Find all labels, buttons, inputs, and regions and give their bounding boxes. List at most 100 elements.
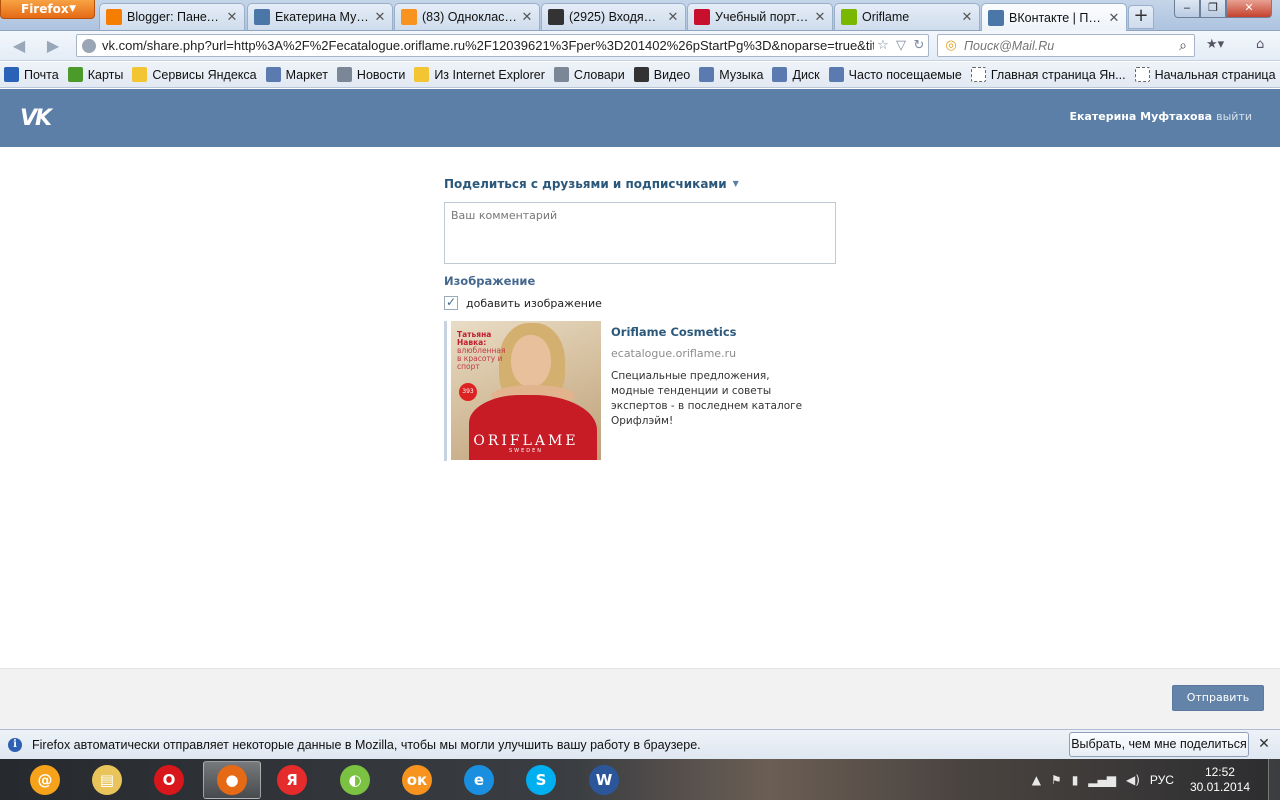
tab[interactable]: (2925) Входящие ... ✕ xyxy=(541,3,686,30)
volume-icon[interactable]: ◀) xyxy=(1126,773,1140,787)
bookmark-icon xyxy=(970,67,986,82)
clock[interactable]: 12:52 30.01.2014 xyxy=(1190,765,1250,795)
firefox-menu-button[interactable]: Firefox ▼ xyxy=(0,0,95,19)
close-tab-icon[interactable]: ✕ xyxy=(814,10,826,25)
language-indicator[interactable]: РУС xyxy=(1150,773,1174,787)
bookmark-item[interactable]: Видео xyxy=(633,67,690,82)
bookmark-icon xyxy=(633,67,649,82)
tab-label: Екатерина Муфт... xyxy=(275,10,370,24)
bookmark-item[interactable]: Диск xyxy=(772,67,820,82)
tab[interactable]: Oriflame ✕ xyxy=(834,3,980,30)
close-icon[interactable]: ✕ xyxy=(1256,736,1272,752)
battery-icon[interactable]: ▮ xyxy=(1072,773,1079,787)
odnoklassniki-icon xyxy=(401,9,417,25)
taskbar-app[interactable]: @ xyxy=(16,761,74,799)
show-desktop-button[interactable] xyxy=(1268,759,1280,800)
blogger-icon xyxy=(106,9,122,25)
bookmark-item[interactable]: Музыка xyxy=(699,67,763,82)
logout-link[interactable]: выйти xyxy=(1216,110,1252,123)
comment-field[interactable] xyxy=(444,202,836,264)
url-text[interactable]: vk.com/share.php?url=http%3A%2F%2Fecatal… xyxy=(102,38,874,53)
bookmark-item[interactable]: Часто посещаемые xyxy=(828,67,962,82)
close-tab-icon[interactable]: ✕ xyxy=(374,10,386,25)
taskbar-app[interactable]: S xyxy=(512,761,570,799)
share-target-dropdown[interactable]: Поделиться с друзьями и подписчиками ▼ xyxy=(444,177,836,191)
tab-label: ВКонтакте | Поде... xyxy=(1009,11,1104,25)
bookmark-icon xyxy=(4,67,19,82)
bookmark-star-icon[interactable]: ☆ xyxy=(874,38,892,53)
tab[interactable]: ВКонтакте | Поде... ✕ xyxy=(981,3,1127,32)
firefox-menu-label: Firefox xyxy=(21,2,69,16)
user-name[interactable]: Екатерина Муфтахова xyxy=(1069,110,1212,123)
attachment-thumbnail[interactable]: Татьяна Навка: влюбленная в красоту и сп… xyxy=(451,321,601,460)
bookmarks-menu-icon[interactable]: ★▾ xyxy=(1206,37,1224,55)
bookmark-item[interactable]: Начальная страница xyxy=(1134,67,1276,82)
internet-explorer-icon: e xyxy=(464,765,494,795)
show-hidden-icons-icon[interactable]: ▲ xyxy=(1032,773,1041,787)
url-bar[interactable]: vk.com/share.php?url=http%3A%2F%2Fecatal… xyxy=(76,34,929,57)
forward-arrow-icon[interactable]: ▶ xyxy=(42,36,64,56)
back-arrow-icon[interactable]: ◀ xyxy=(8,36,30,56)
bookmark-icon xyxy=(265,67,281,82)
file-explorer-icon: ▤ xyxy=(92,765,122,795)
taskbar-app[interactable]: W xyxy=(575,761,633,799)
bookmark-item[interactable]: Маркет xyxy=(265,67,328,82)
bookmark-item[interactable]: Новости xyxy=(336,67,405,82)
bookmark-label: Часто посещаемые xyxy=(848,67,962,82)
vk-logo[interactable]: VK xyxy=(20,106,52,131)
word-icon: W xyxy=(589,765,619,795)
clock-date: 30.01.2014 xyxy=(1189,779,1250,794)
close-tab-icon[interactable]: ✕ xyxy=(667,10,679,25)
search-engine-icon[interactable]: ◎ xyxy=(938,38,964,53)
taskbar-app[interactable]: ок xyxy=(388,761,446,799)
add-image-option[interactable]: ✓ добавить изображение xyxy=(444,296,836,310)
search-bar[interactable]: ◎ ⌕ xyxy=(937,34,1195,57)
action-center-icon[interactable]: ⚑ xyxy=(1051,773,1062,787)
info-icon: i xyxy=(8,737,22,752)
bookmark-item[interactable]: Главная страница Ян... xyxy=(970,67,1126,82)
bookmarks-toolbar: Почта Карты Сервисы Яндекса Маркет Новости Из… xyxy=(0,62,1280,88)
taskbar: @ ▤ O ● Я ◐ ок e S W ▲ ⚑ ▮ ▂▄▆ ◀) РУС 12:52 30.01… xyxy=(0,759,1280,800)
taskbar-app[interactable]: Я xyxy=(263,761,321,799)
share-target-label: Поделиться с друзьями и подписчиками xyxy=(444,177,727,191)
close-tab-icon[interactable]: ✕ xyxy=(1108,11,1120,26)
tab[interactable]: Екатерина Муфт... ✕ xyxy=(247,3,393,30)
tab[interactable]: (83) Одноклассн... ✕ xyxy=(394,3,540,30)
tab[interactable]: Учебный портал... ✕ xyxy=(687,3,833,30)
new-tab-button[interactable]: + xyxy=(1128,5,1154,29)
close-tab-icon[interactable]: ✕ xyxy=(961,10,973,25)
minimize-button[interactable]: ‒ xyxy=(1174,0,1200,18)
bookmark-label: Маркет xyxy=(285,67,328,82)
bookmark-label: Музыка xyxy=(719,67,764,82)
bookmark-icon xyxy=(132,67,148,82)
send-button[interactable]: Отправить xyxy=(1172,685,1264,711)
taskbar-app[interactable]: e xyxy=(450,761,508,799)
reload-icon[interactable]: ↻ xyxy=(910,38,928,53)
bookmark-item[interactable]: Словари xyxy=(553,67,625,82)
add-image-label[interactable]: добавить изображение xyxy=(466,297,602,310)
taskbar-app[interactable]: ● xyxy=(203,761,261,799)
choose-data-button[interactable]: Выбрать, чем мне поделиться xyxy=(1069,732,1249,757)
add-image-checkbox[interactable]: ✓ xyxy=(444,296,458,310)
close-tab-icon[interactable]: ✕ xyxy=(521,10,533,25)
close-tab-icon[interactable]: ✕ xyxy=(226,10,238,25)
home-icon[interactable]: ⌂ xyxy=(1256,37,1264,55)
bookmark-item[interactable]: Сервисы Яндекса xyxy=(132,67,257,82)
cover-model-face xyxy=(511,335,551,387)
link-title[interactable]: Oriflame Cosmetics xyxy=(611,325,811,339)
close-window-button[interactable]: ✕ xyxy=(1226,0,1272,18)
taskbar-app[interactable]: ◐ xyxy=(326,761,384,799)
search-icon[interactable]: ⌕ xyxy=(1172,38,1194,54)
taskbar-app[interactable]: O xyxy=(140,761,198,799)
bookmark-item[interactable]: Из Internet Explorer xyxy=(414,67,545,82)
site-identity-icon[interactable] xyxy=(82,38,96,53)
chevron-down-icon: ▼ xyxy=(732,179,739,188)
url-dropdown-icon[interactable]: ▽ xyxy=(892,38,910,53)
bookmark-item[interactable]: Почта xyxy=(4,67,59,82)
bookmark-item[interactable]: Карты xyxy=(67,67,123,82)
tab[interactable]: Blogger: Панель ... ✕ xyxy=(99,3,245,30)
search-input[interactable] xyxy=(964,38,1172,53)
network-icon[interactable]: ▂▄▆ xyxy=(1088,773,1116,787)
maximize-button[interactable]: ❐ xyxy=(1200,0,1226,18)
taskbar-app[interactable]: ▤ xyxy=(78,761,136,799)
